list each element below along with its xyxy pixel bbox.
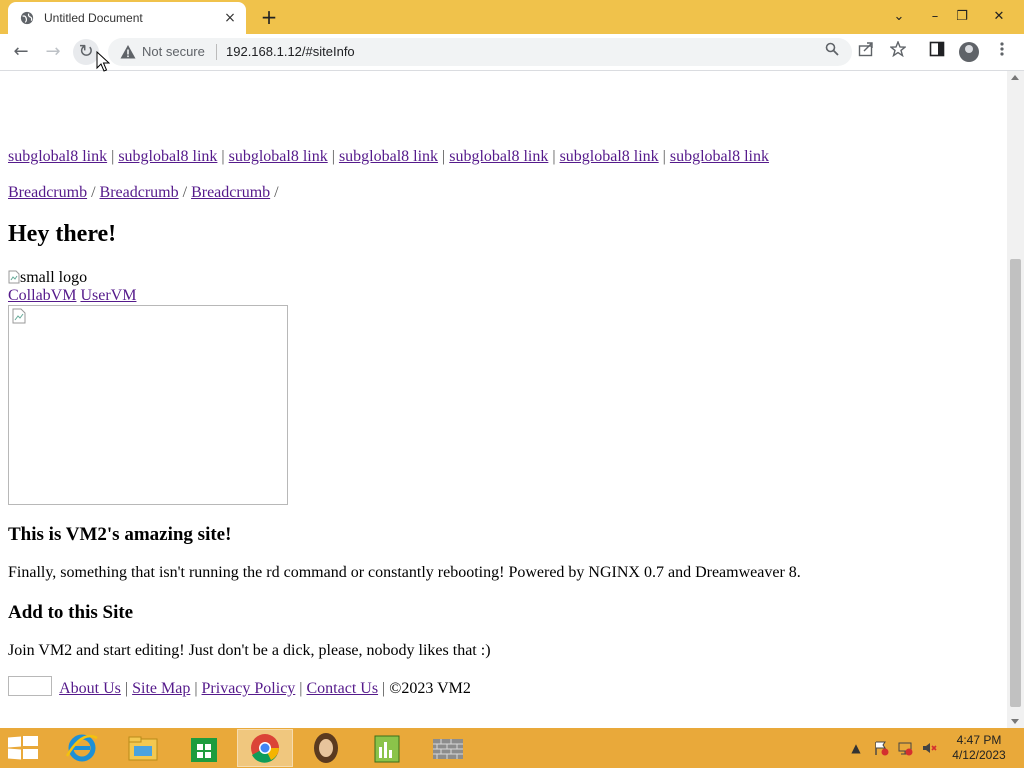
footer-separator: | bbox=[299, 680, 303, 697]
vm-links: CollabVM UserVM bbox=[8, 287, 136, 305]
intro-paragraph: Finally, something that isn't running th… bbox=[8, 564, 801, 581]
page-viewport: subglobal8 link | subglobal8 link | subg… bbox=[0, 71, 1007, 728]
network-icon[interactable] bbox=[897, 740, 913, 756]
uservm-link[interactable]: UserVM bbox=[80, 287, 136, 304]
tab-close-icon[interactable]: × bbox=[222, 10, 238, 26]
add-section-heading: Add to this Site bbox=[8, 602, 134, 623]
subglobal-link[interactable]: subglobal8 link bbox=[560, 148, 659, 165]
back-button[interactable]: ← bbox=[8, 39, 34, 65]
link-separator: | bbox=[221, 148, 225, 165]
page-title: Hey there! bbox=[8, 221, 117, 247]
subglobal-link[interactable]: subglobal8 link bbox=[670, 148, 769, 165]
store-icon[interactable] bbox=[177, 730, 231, 766]
footer-separator: | bbox=[194, 680, 198, 697]
breadcrumb-link[interactable]: Breadcrumb bbox=[100, 184, 179, 201]
clock-date: 4/12/2023 bbox=[952, 748, 1006, 762]
about-us-link[interactable]: About Us bbox=[59, 680, 121, 697]
share-icon[interactable] bbox=[855, 41, 877, 63]
privacy-policy-link[interactable]: Privacy Policy bbox=[202, 680, 296, 697]
broken-image-icon bbox=[12, 308, 26, 324]
security-status[interactable]: Not secure bbox=[142, 44, 205, 59]
breadcrumb-separator: / bbox=[182, 184, 188, 201]
main-image-placeholder bbox=[8, 305, 288, 505]
subglobal-link[interactable]: subglobal8 link bbox=[118, 148, 217, 165]
subglobal-link[interactable]: subglobal8 link bbox=[449, 148, 548, 165]
browser-titlebar: Untitled Document × + ⌄ – ❐ ✕ bbox=[0, 0, 1024, 34]
tray-chevron-up-icon[interactable]: ▲ bbox=[848, 740, 864, 756]
page-scrollbar[interactable] bbox=[1007, 71, 1024, 728]
subglobal-link[interactable]: subglobal8 link bbox=[8, 148, 107, 165]
chrome-icon[interactable] bbox=[237, 729, 293, 767]
address-divider bbox=[216, 44, 217, 60]
bookmark-star-icon[interactable] bbox=[887, 40, 909, 63]
tab-title: Untitled Document bbox=[44, 11, 143, 25]
mouse-pointer-icon bbox=[96, 51, 110, 72]
scroll-down-arrow-icon[interactable] bbox=[1011, 719, 1019, 724]
menu-kebab-icon[interactable] bbox=[991, 41, 1013, 63]
scrollbar-thumb[interactable] bbox=[1010, 259, 1021, 707]
scroll-up-arrow-icon[interactable] bbox=[1011, 75, 1019, 80]
profile-avatar-icon[interactable] bbox=[959, 42, 979, 62]
footer: About Us | Site Map | Privacy Policy | C… bbox=[8, 676, 471, 698]
browser-toolbar: ← → ↻ Not secure 192.168.1.12/#siteInfo bbox=[0, 34, 1024, 71]
start-button[interactable] bbox=[8, 736, 38, 760]
footer-separator: | bbox=[382, 680, 386, 697]
site-map-link[interactable]: Site Map bbox=[132, 680, 190, 697]
clock-time: 4:47 PM bbox=[956, 733, 1002, 747]
join-paragraph: Join VM2 and start editing! Just don't b… bbox=[8, 642, 491, 659]
globe-icon bbox=[20, 11, 34, 25]
link-separator: | bbox=[111, 148, 115, 165]
subglobal-link[interactable]: subglobal8 link bbox=[229, 148, 328, 165]
subglobal-link[interactable]: subglobal8 link bbox=[339, 148, 438, 165]
forward-button[interactable]: → bbox=[40, 39, 66, 65]
address-bar[interactable]: Not secure 192.168.1.12/#siteInfo bbox=[108, 38, 852, 66]
zoom-search-icon[interactable] bbox=[822, 42, 842, 62]
breadcrumb-link[interactable]: Breadcrumb bbox=[8, 184, 87, 201]
windows-taskbar: ▲ 4:47 PM 4/12/2023 bbox=[0, 728, 1024, 768]
restore-button[interactable]: ❐ bbox=[945, 0, 979, 34]
system-clock[interactable]: 4:47 PM 4/12/2023 bbox=[944, 733, 1014, 763]
url-text[interactable]: 192.168.1.12/#siteInfo bbox=[226, 44, 355, 59]
breadcrumb-separator: / bbox=[91, 184, 96, 201]
subglobal-nav: subglobal8 link | subglobal8 link | subg… bbox=[8, 148, 769, 166]
breadcrumb-separator: / bbox=[274, 184, 279, 201]
new-tab-button[interactable]: + bbox=[258, 6, 280, 28]
side-panel-icon[interactable] bbox=[926, 41, 948, 63]
internet-explorer-icon[interactable] bbox=[55, 730, 109, 766]
close-window-button[interactable]: ✕ bbox=[982, 0, 1016, 34]
link-separator: | bbox=[331, 148, 335, 165]
app-portrait-icon[interactable] bbox=[299, 730, 353, 766]
link-separator: | bbox=[662, 148, 666, 165]
collabvm-link[interactable]: CollabVM bbox=[8, 287, 76, 304]
link-separator: | bbox=[442, 148, 446, 165]
warning-icon[interactable] bbox=[120, 44, 136, 60]
file-explorer-icon[interactable] bbox=[116, 730, 170, 766]
browser-tab[interactable]: Untitled Document × bbox=[8, 2, 246, 34]
link-separator: | bbox=[552, 148, 556, 165]
tab-search-button[interactable]: ⌄ bbox=[882, 0, 916, 34]
contact-us-link[interactable]: Contact Us bbox=[307, 680, 379, 697]
volume-muted-icon[interactable] bbox=[921, 740, 937, 756]
breadcrumb: Breadcrumb / Breadcrumb / Breadcrumb / bbox=[8, 184, 279, 202]
footer-separator: | bbox=[124, 680, 129, 697]
broken-image-icon bbox=[8, 270, 20, 284]
section-heading: This is VM2's amazing site! bbox=[8, 524, 232, 545]
breadcrumb-link[interactable]: Breadcrumb bbox=[191, 184, 270, 201]
footer-image-placeholder bbox=[8, 676, 52, 696]
brick-wall-icon[interactable] bbox=[421, 730, 475, 766]
notepad-chart-icon[interactable] bbox=[360, 730, 414, 766]
copyright-text: ©2023 VM2 bbox=[389, 680, 471, 697]
small-logo-image: small logo bbox=[8, 269, 87, 287]
action-center-flag-icon[interactable] bbox=[873, 740, 889, 756]
logo-alt-text: small logo bbox=[20, 269, 88, 286]
